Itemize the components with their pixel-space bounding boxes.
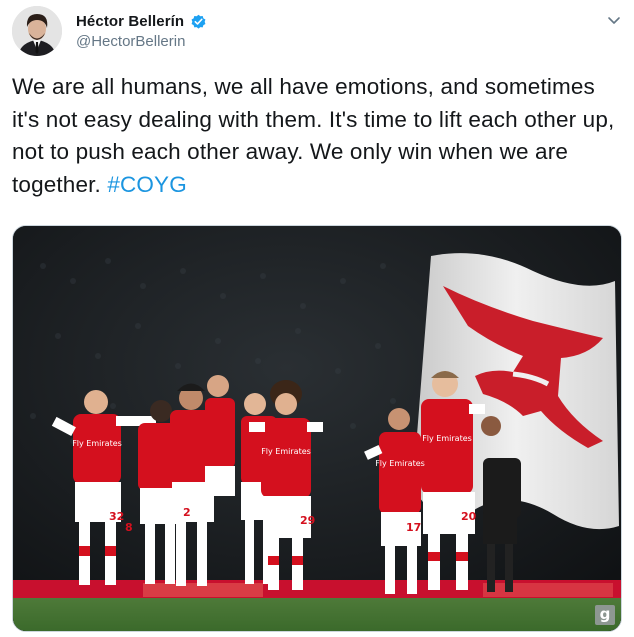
shorts-number-2: 2 [183,506,191,519]
shorts-number-8: 8 [125,521,133,534]
hashtag-link[interactable]: #COYG [107,172,187,197]
shorts-number-20: 20 [461,510,477,523]
author-handle[interactable]: @HectorBellerin [76,33,185,50]
shorts-number-29: 29 [300,514,315,527]
shirt-sponsor-4: Fly Emirates [375,459,425,468]
tweet-card: Héctor Bellerín @HectorBellerin We are a… [0,0,634,637]
shorts-number-32: 32 [109,510,124,523]
display-name[interactable]: Héctor Bellerín [76,13,184,30]
profile-photo-icon [12,6,62,56]
tweet-text: We are all humans, we all have emotions,… [12,71,618,201]
shirt-sponsor-2: Fly Emirates [261,447,311,456]
chevron-down-icon[interactable] [606,12,622,28]
tweet-body: We are all humans, we all have emotions,… [12,74,615,197]
verified-badge-icon [190,13,207,30]
shorts-number-17: 17 [406,521,421,534]
avatar[interactable] [12,6,62,56]
shirt-sponsor-1: Fly Emirates [72,439,122,448]
tweet-photo[interactable]: Fly Emirates Fly Emirates Fly Emirates F… [12,225,622,632]
watermark-badge: g [595,605,615,625]
author-name-row[interactable]: Héctor Bellerín [76,11,207,31]
shirt-sponsor-3: Fly Emirates [422,434,472,443]
team-celebration-photo: Fly Emirates Fly Emirates Fly Emirates F… [13,226,621,631]
